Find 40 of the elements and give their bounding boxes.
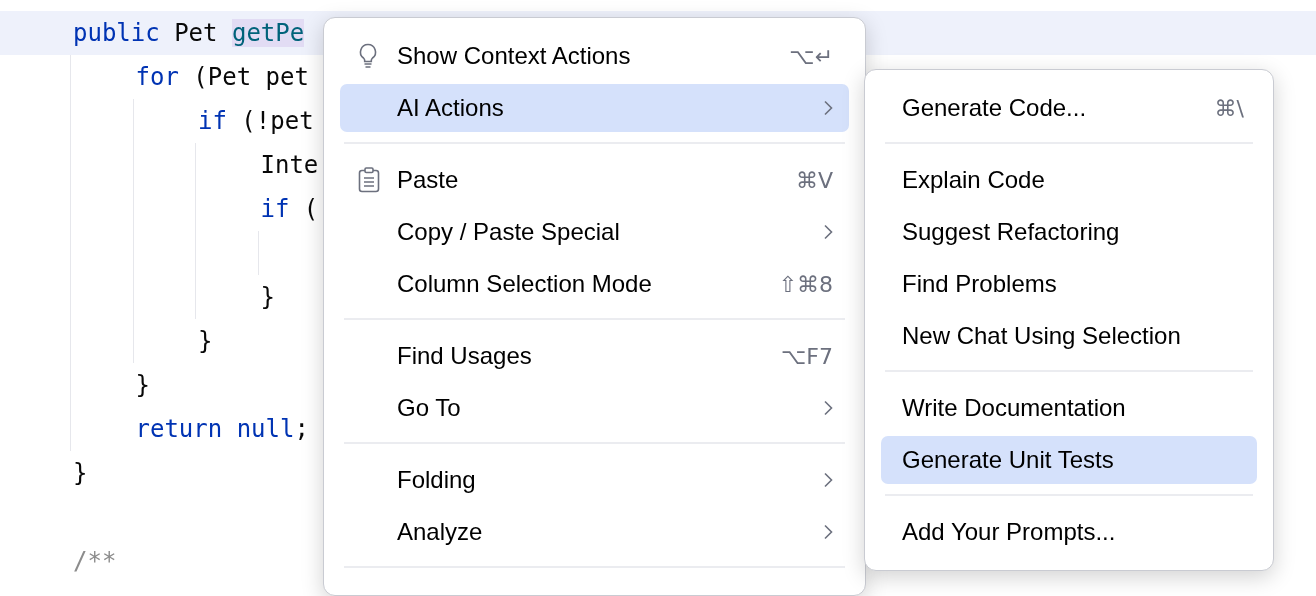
code-line: if ( <box>260 194 319 225</box>
chevron-icon <box>823 100 833 116</box>
code-line: return null; <box>135 414 309 445</box>
menu-item[interactable]: Find Usages ⌥F7 <box>340 332 849 380</box>
shortcut-label: ⌥F7 <box>781 343 833 369</box>
chevron-icon <box>823 224 833 240</box>
code-line: Inte <box>260 150 319 181</box>
code-line: } <box>198 326 213 357</box>
code-line: /** <box>73 546 117 577</box>
code-line: for (Pet pet <box>135 62 309 93</box>
menu-item[interactable]: Column Selection Mode ⇧⌘8 <box>340 260 849 308</box>
menu-item[interactable]: Generate Unit Tests <box>881 436 1257 484</box>
shortcut-label: ⌘\ <box>1214 95 1244 121</box>
code-line: } <box>260 282 275 313</box>
menu-item[interactable]: Suggest Refactoring <box>881 208 1257 256</box>
chevron-icon <box>823 472 833 488</box>
menu-item[interactable]: Folding <box>340 456 849 504</box>
code-line: } <box>73 458 88 489</box>
code-line: public Pet getPe <box>73 18 305 49</box>
shortcut-label: ⌘V <box>795 167 833 193</box>
menu-item[interactable]: Find Problems <box>881 260 1257 308</box>
menu-item[interactable]: Explain Code <box>881 156 1257 204</box>
menu-item[interactable]: Analyze <box>340 508 849 556</box>
menu-item[interactable]: Write Documentation <box>881 384 1257 432</box>
menu-item[interactable]: Show Context Actions ⌥↵ <box>340 32 849 80</box>
menu-item[interactable]: Copy / Paste Special <box>340 208 849 256</box>
clipboard-icon <box>358 167 380 193</box>
menu-item[interactable]: Add Your Prompts... <box>881 508 1257 556</box>
chevron-icon <box>823 524 833 540</box>
shortcut-label: ⇧⌘8 <box>778 271 833 297</box>
menu-item[interactable]: New Chat Using Selection <box>881 312 1257 360</box>
code-line: if (!pet <box>198 106 314 137</box>
menu-item[interactable]: AI Actions <box>340 84 849 132</box>
menu-item[interactable]: Generate Code... ⌘\ <box>881 84 1257 132</box>
code-line: } <box>135 370 150 401</box>
chevron-icon <box>823 400 833 416</box>
menu-item[interactable]: Paste ⌘V <box>340 156 849 204</box>
shortcut-label: ⌥↵ <box>789 43 833 69</box>
lightbulb-icon <box>358 43 378 69</box>
menu-item[interactable]: Go To <box>340 384 849 432</box>
